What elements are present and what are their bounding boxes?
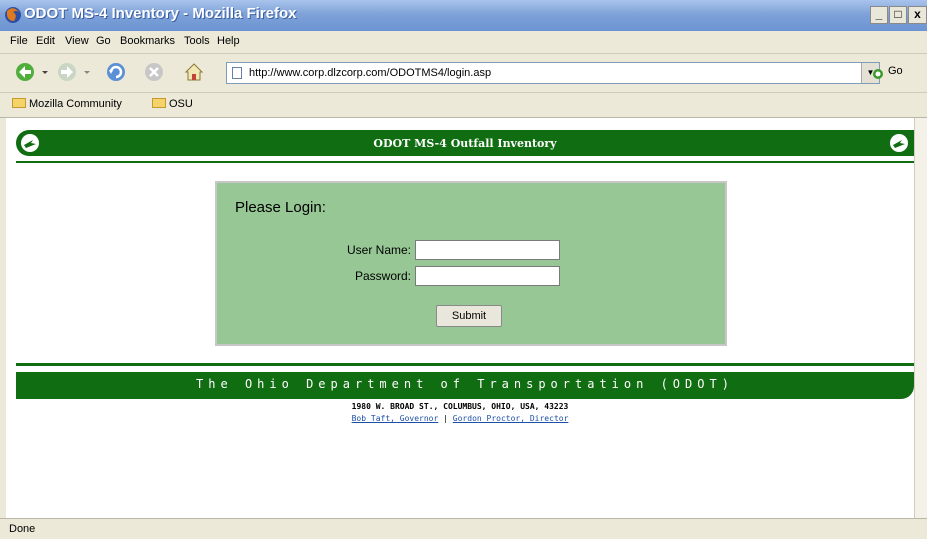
home-icon[interactable] (183, 61, 205, 83)
footer-address: 1980 W. BROAD ST., COLUMBUS, OHIO, USA, … (351, 402, 569, 411)
menu-bookmarks[interactable]: Bookmarks (120, 35, 175, 47)
browser-window: ODOT MS-4 Inventory - Mozilla Firefox _ … (0, 0, 927, 539)
address-bar[interactable]: http://www.corp.dlzcorp.com/ODOTMS4/logi… (226, 62, 880, 84)
username-input[interactable] (415, 240, 560, 260)
minimize-button[interactable]: _ (870, 6, 888, 24)
footer-banner: The Ohio Department of Transportation (O… (16, 372, 914, 399)
vertical-scrollbar[interactable] (914, 118, 927, 518)
forward-icon[interactable] (56, 61, 78, 83)
navigation-toolbar: http://www.corp.dlzcorp.com/ODOTMS4/logi… (0, 54, 927, 93)
footer-title: The Ohio Department of Transportation (O… (196, 377, 734, 391)
governor-link[interactable]: Bob Taft, Governor (352, 414, 439, 423)
login-panel: Please Login: User Name: Password: Submi… (215, 181, 727, 346)
bookmark-label: OSU (169, 98, 193, 110)
header-divider (16, 161, 914, 163)
page-icon (232, 67, 242, 79)
menu-file[interactable]: File (10, 35, 28, 47)
menu-go[interactable]: Go (96, 35, 111, 47)
go-icon[interactable] (872, 68, 884, 80)
submit-button[interactable]: Submit (436, 305, 502, 327)
bookmark-osu[interactable]: OSU (152, 98, 193, 110)
back-icon[interactable] (14, 61, 36, 83)
folder-icon (12, 98, 26, 108)
reload-icon[interactable] (105, 61, 127, 83)
page-title: ODOT MS-4 Outfall Inventory (373, 137, 557, 150)
close-button[interactable]: x (908, 6, 927, 24)
forward-dropdown-icon[interactable] (82, 61, 92, 83)
menu-edit[interactable]: Edit (36, 35, 55, 47)
footer-divider (16, 363, 914, 366)
back-dropdown-icon[interactable] (40, 61, 50, 83)
folder-icon (152, 98, 166, 108)
window-title: ODOT MS-4 Inventory - Mozilla Firefox (24, 5, 297, 22)
footer-links: Bob Taft, Governor | Gordon Proctor, Dir… (6, 414, 914, 423)
login-heading: Please Login: (235, 199, 326, 216)
odot-logo-icon (890, 134, 908, 152)
page-header-banner: ODOT MS-4 Outfall Inventory (16, 130, 914, 156)
menu-view[interactable]: View (65, 35, 89, 47)
bookmark-label: Mozilla Community (29, 98, 122, 110)
link-separator: | (443, 414, 448, 423)
address-text[interactable]: http://www.corp.dlzcorp.com/ODOTMS4/logi… (249, 67, 491, 79)
firefox-icon (5, 7, 21, 23)
menu-tools[interactable]: Tools (184, 35, 210, 47)
maximize-button[interactable]: □ (889, 6, 907, 24)
page-content: ODOT MS-4 Outfall Inventory Please Login… (6, 118, 914, 518)
title-bar: ODOT MS-4 Inventory - Mozilla Firefox _ … (0, 0, 927, 31)
menu-help[interactable]: Help (217, 35, 240, 47)
password-label: Password: (354, 269, 411, 283)
username-label: User Name: (346, 243, 411, 257)
bookmark-mozilla-community[interactable]: Mozilla Community (12, 98, 122, 110)
stop-icon[interactable] (143, 61, 165, 83)
status-text: Done (9, 523, 36, 535)
bookmarks-toolbar: Mozilla Community OSU (0, 93, 927, 118)
password-input[interactable] (415, 266, 560, 286)
go-button[interactable]: Go (888, 65, 903, 77)
status-bar: Done (0, 518, 927, 539)
director-link[interactable]: Gordon Proctor, Director (453, 414, 569, 423)
menu-bar: File Edit View Go Bookmarks Tools Help (0, 31, 927, 54)
